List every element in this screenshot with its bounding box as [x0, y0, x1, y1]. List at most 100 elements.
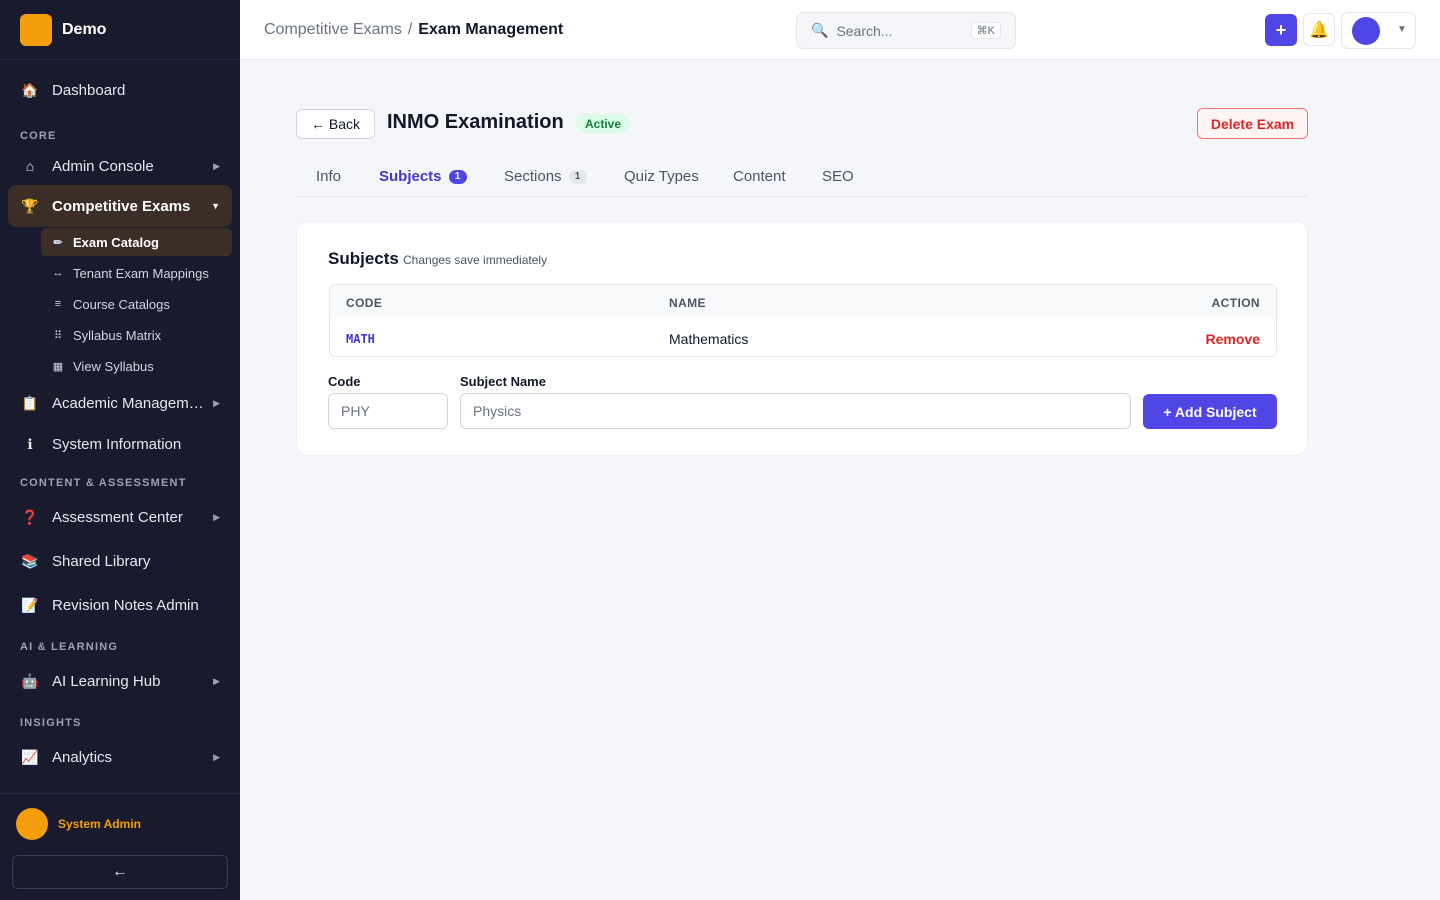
- add-subject-button[interactable]: + Add Subject: [1143, 394, 1277, 429]
- sidebar-item-label: Shared Library: [52, 552, 151, 570]
- chevron-right-icon: ▶: [213, 511, 220, 522]
- arrows-horizontal-icon: ↔: [52, 267, 64, 279]
- chevron-down-icon: ▼: [211, 201, 220, 211]
- subject-name-label: Subject Name: [460, 374, 546, 389]
- topbar: Competitive Exams / Exam Management 🔍 Se…: [240, 0, 1440, 60]
- tab-quiz-types[interactable]: Quiz Types: [624, 168, 699, 185]
- sidebar-subitem-label: Exam Catalog: [73, 234, 159, 250]
- card-subtitle: Changes save immediately: [403, 253, 548, 267]
- sidebar-subitem-exam-catalog[interactable]: ✏ Exam Catalog: [41, 228, 232, 256]
- trophy-icon: 🏆: [21, 197, 39, 214]
- breadcrumb-current: Exam Management: [418, 21, 564, 38]
- grid-icon: ⠿: [53, 329, 63, 342]
- remove-subject-button[interactable]: Remove: [1206, 331, 1260, 347]
- house-icon: ⌂: [25, 158, 35, 174]
- subject-name: Mathematics: [669, 331, 749, 347]
- sidebar-subitem-label: Syllabus Matrix: [73, 327, 162, 343]
- subjects-table: CODE NAME ACTION MATH Mathematics Remove: [329, 284, 1277, 357]
- sidebar-item-label: Dashboard: [52, 81, 126, 99]
- create-button[interactable]: +: [1265, 14, 1297, 46]
- code-label: Code: [328, 374, 361, 389]
- search-shortcut: ⌘K: [970, 22, 1001, 39]
- search-input[interactable]: 🔍 Search... ⌘K: [796, 12, 1016, 49]
- breadcrumb-parent[interactable]: Competitive Exams: [264, 21, 402, 39]
- sidebar-item-ai-learning-hub[interactable]: 🤖 AI Learning Hub ▶: [8, 661, 232, 701]
- sidebar-item-system-information[interactable]: ℹ System Information: [8, 424, 232, 464]
- chevron-down-icon: ▼: [1397, 24, 1407, 35]
- breadcrumb: Competitive Exams / Exam Management: [264, 21, 563, 39]
- sidebar-subitem-view-syllabus[interactable]: ▦ View Syllabus: [41, 352, 232, 380]
- tab-count-badge: 1: [448, 169, 467, 184]
- brand-logo: [20, 13, 52, 46]
- sidebar-item-assessment-center[interactable]: ❓ Assessment Center ▶: [8, 497, 232, 537]
- sidebar-subitem-label: View Syllabus: [73, 358, 154, 374]
- plus-icon: +: [1275, 19, 1287, 40]
- column-header-name: NAME: [669, 296, 706, 310]
- sidebar-nav: 🏠 Dashboard CORE ⌂ Admin Console ▶ 🏆 Com…: [0, 60, 240, 792]
- tab-label: Sections: [504, 168, 562, 185]
- sidebar-user[interactable]: System Admin: [16, 808, 141, 840]
- user-menu-button[interactable]: ▼: [1341, 12, 1416, 49]
- tab-sections[interactable]: Sections 1: [504, 168, 587, 185]
- sidebar-item-revision-notes-admin[interactable]: 📝 Revision Notes Admin: [8, 585, 232, 625]
- tab-seo[interactable]: SEO: [822, 168, 854, 185]
- subject-name-field[interactable]: [460, 393, 1131, 429]
- tab-label: SEO: [822, 168, 854, 185]
- tab-label: Info: [316, 168, 342, 185]
- pencil-icon: ✏: [53, 236, 63, 249]
- collapse-sidebar-button[interactable]: ←: [12, 855, 228, 889]
- back-button[interactable]: ← Back: [296, 109, 375, 139]
- list-icon: ≡: [54, 298, 62, 310]
- sidebar-item-shared-library[interactable]: 📚 Shared Library: [8, 541, 232, 581]
- sidebar-subitem-course-catalogs[interactable]: ≡ Course Catalogs: [41, 290, 232, 318]
- notifications-button[interactable]: 🔔: [1303, 13, 1335, 46]
- home-icon: 🏠: [21, 81, 39, 98]
- sidebar-item-academic-management[interactable]: 📋 Academic Management ▶: [8, 383, 232, 423]
- breadcrumb-separator: /: [407, 21, 413, 38]
- sidebar-item-label: Analytics: [52, 748, 113, 766]
- tab-label: Content: [733, 168, 786, 185]
- column-header-action: ACTION: [1211, 296, 1260, 310]
- tabs: Info Subjects 1 Sections 1 Quiz Types Co…: [296, 158, 1308, 197]
- clipboard-icon: 📋: [21, 394, 39, 411]
- sidebar-item-label: Admin Console: [52, 157, 154, 175]
- brand[interactable]: Demo: [0, 0, 240, 60]
- sidebar-item-label: Assessment Center: [52, 508, 183, 526]
- sidebar-subitem-tenant-exam-mappings[interactable]: ↔ Tenant Exam Mappings: [41, 259, 232, 287]
- delete-exam-button[interactable]: Delete Exam: [1197, 108, 1308, 139]
- section-title-core: CORE: [20, 130, 57, 142]
- tab-count-badge: 1: [568, 169, 587, 184]
- code-field[interactable]: [328, 393, 448, 429]
- tab-label: Quiz Types: [624, 168, 699, 185]
- table-row: MATH Mathematics Remove: [330, 319, 1276, 356]
- sidebar-item-competitive-exams[interactable]: 🏆 Competitive Exams ▼: [8, 185, 232, 227]
- sidebar-item-label: Academic Management: [52, 394, 208, 412]
- subjects-card: Subjects Changes save immediately CODE N…: [296, 221, 1308, 456]
- sidebar-item-dashboard[interactable]: 🏠 Dashboard: [8, 70, 232, 110]
- bell-icon: 🔔: [1309, 21, 1329, 39]
- subject-code: MATH: [346, 332, 375, 346]
- sidebar-item-analytics[interactable]: 📈 Analytics ▶: [8, 737, 232, 777]
- chevron-right-icon: ▶: [213, 675, 220, 686]
- section-title-insights: INSIGHTS: [20, 717, 82, 729]
- sidebar-item-label: System Information: [52, 435, 182, 453]
- sidebar-item-admin-console[interactable]: ⌂ Admin Console ▶: [8, 146, 232, 186]
- sidebar-footer: System Admin ←: [0, 793, 240, 900]
- tab-info[interactable]: Info: [316, 168, 341, 185]
- status-badge: Active: [576, 114, 631, 133]
- chevron-right-icon: ▶: [213, 397, 220, 408]
- info-icon: ℹ: [27, 435, 33, 452]
- books-icon: 📚: [21, 552, 39, 569]
- search-icon: 🔍: [811, 22, 829, 38]
- search-placeholder: Search...: [836, 22, 893, 39]
- tab-subjects[interactable]: Subjects 1: [379, 168, 467, 185]
- avatar: [16, 808, 48, 840]
- chevron-right-icon: ▶: [213, 751, 220, 762]
- sidebar: Demo 🏠 Dashboard CORE ⌂ Admin Console ▶ …: [0, 0, 240, 900]
- chevron-right-icon: ▶: [213, 160, 220, 171]
- chart-icon: 📈: [21, 748, 39, 765]
- tab-content[interactable]: Content: [733, 168, 786, 185]
- sidebar-subitem-syllabus-matrix[interactable]: ⠿ Syllabus Matrix: [41, 321, 232, 349]
- sidebar-item-label: Revision Notes Admin: [52, 596, 199, 614]
- sidebar-subitem-label: Course Catalogs: [73, 296, 170, 312]
